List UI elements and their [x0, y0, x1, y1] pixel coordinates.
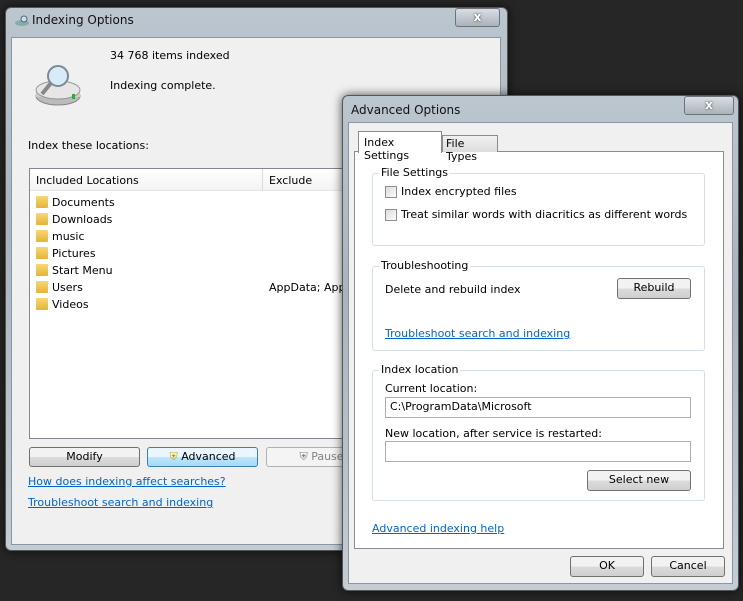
column-divider[interactable] — [262, 169, 263, 191]
index-encrypted-checkbox[interactable] — [385, 186, 397, 198]
pause-label: Pause — [311, 450, 344, 463]
indexing-status: Indexing complete. — [110, 79, 216, 92]
location-name: Videos — [52, 298, 89, 311]
locations-label: Index these locations: — [28, 139, 149, 152]
advanced-button[interactable]: ⛨ Advanced — [147, 447, 258, 467]
folder-icon — [36, 213, 48, 225]
index-location-label: Index location — [379, 363, 461, 376]
location-name: Users — [52, 281, 83, 294]
troubleshoot-link[interactable]: Troubleshoot search and indexing — [28, 496, 213, 509]
current-location-field[interactable]: C:\ProgramData\Microsoft — [385, 397, 691, 418]
drive-search-icon — [34, 64, 84, 113]
troubleshooting-group: Troubleshooting Delete and rebuild index… — [372, 259, 705, 351]
advanced-label: Advanced — [181, 450, 236, 463]
new-location-field[interactable] — [385, 441, 691, 462]
file-settings-label: File Settings — [379, 166, 451, 179]
location-name: Pictures — [52, 247, 96, 260]
tab-index-settings[interactable]: Index Settings — [358, 131, 442, 162]
diacritics-label: Treat similar words with diacritics as d… — [401, 208, 688, 221]
folder-icon — [36, 196, 48, 208]
folder-icon — [36, 230, 48, 242]
how-indexing-link[interactable]: How does indexing affect searches? — [28, 475, 226, 488]
close-button[interactable]: x — [455, 8, 500, 27]
advanced-help-link[interactable]: Advanced indexing help — [372, 522, 504, 535]
select-new-button[interactable]: Select new — [587, 470, 691, 491]
dialog-title: Advanced Options — [351, 103, 461, 117]
folder-icon — [36, 247, 48, 259]
file-settings-group: File Settings Index encrypted files Trea… — [372, 166, 705, 246]
index-location-group: Index location Current location: C:\Prog… — [372, 363, 705, 501]
cancel-button[interactable]: Cancel — [651, 556, 725, 577]
modify-button[interactable]: Modify — [29, 447, 140, 467]
rebuild-button[interactable]: Rebuild — [617, 278, 691, 299]
rebuild-text: Delete and rebuild index — [385, 283, 521, 296]
location-name: Documents — [52, 196, 115, 209]
window-title: Indexing Options — [32, 13, 134, 27]
folder-icon — [36, 298, 48, 310]
column-included[interactable]: Included Locations — [36, 174, 139, 187]
close-button[interactable]: x — [684, 96, 734, 115]
troubleshooting-label: Troubleshooting — [379, 259, 471, 272]
folder-icon — [36, 281, 48, 293]
new-location-label: New location, after service is restarted… — [385, 427, 602, 440]
dialog-client: File Settings Index encrypted files Trea… — [348, 122, 733, 584]
column-exclude[interactable]: Exclude — [269, 174, 312, 187]
location-name: Downloads — [52, 213, 113, 226]
advanced-options-dialog: Advanced Options x File Settings Index e… — [342, 95, 739, 591]
current-location-label: Current location: — [385, 382, 478, 395]
tab-panel: File Settings Index encrypted files Trea… — [354, 151, 724, 549]
location-name: Start Menu — [52, 264, 113, 277]
diacritics-checkbox[interactable] — [385, 209, 397, 221]
location-name: music — [52, 230, 85, 243]
ok-button[interactable]: OK — [570, 556, 644, 577]
items-indexed-count: 34 768 items indexed — [110, 49, 230, 62]
tab-file-types[interactable]: File Types — [442, 135, 498, 163]
folder-icon — [36, 264, 48, 276]
troubleshoot-link[interactable]: Troubleshoot search and indexing — [385, 327, 570, 340]
shield-icon: ⛨ — [299, 450, 308, 463]
shield-icon: ⛨ — [169, 450, 178, 463]
index-encrypted-label: Index encrypted files — [401, 185, 517, 198]
indexing-app-icon — [14, 15, 29, 26]
